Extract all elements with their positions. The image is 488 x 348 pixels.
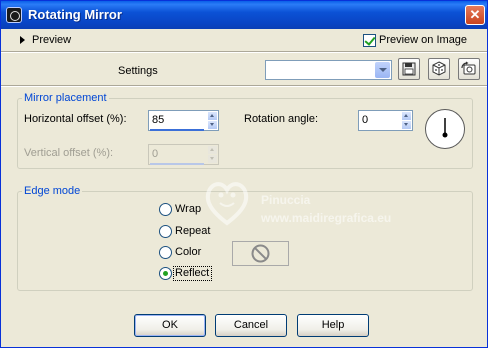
no-color-icon [251, 244, 270, 263]
reset-button[interactable] [458, 58, 480, 80]
spinner-buttons[interactable] [402, 112, 411, 129]
title-bar[interactable]: Rotating Mirror ✕ [1, 1, 487, 29]
rotation-dial[interactable] [425, 109, 465, 149]
radio-reflect[interactable] [159, 267, 172, 280]
randomize-button[interactable] [428, 58, 450, 80]
horizontal-offset-spinner[interactable]: 85 [148, 110, 219, 131]
horizontal-offset-label: Horizontal offset (%): [24, 113, 127, 125]
edge-mode-title: Edge mode [22, 185, 83, 197]
mirror-placement-title: Mirror placement [22, 92, 109, 104]
horizontal-offset-value[interactable]: 85 [152, 114, 164, 126]
vertical-offset-label: Vertical offset (%): [24, 147, 114, 159]
app-icon [6, 7, 22, 23]
rotation-angle-label: Rotation angle: [244, 113, 318, 125]
rotating-mirror-dialog: Rotating Mirror ✕ Preview Preview on Ima… [0, 0, 488, 348]
radio-color-label[interactable]: Color [175, 246, 201, 258]
expand-arrow-icon[interactable] [20, 36, 25, 44]
preview-on-image-checkbox[interactable] [363, 34, 376, 47]
chevron-down-icon[interactable] [375, 62, 390, 78]
spin-down-icon[interactable] [402, 121, 411, 129]
divider [1, 51, 487, 53]
settings-label: Settings [118, 65, 158, 77]
close-icon: ✕ [469, 7, 481, 22]
spinner-buttons [208, 146, 217, 163]
spin-up-icon [208, 146, 217, 154]
ok-button[interactable]: OK [134, 314, 206, 337]
radio-repeat[interactable] [159, 225, 172, 238]
horizontal-offset-slider[interactable] [150, 129, 204, 131]
spinner-buttons[interactable] [208, 112, 217, 129]
preview-toggle[interactable]: Preview [32, 34, 71, 46]
settings-preset-dropdown[interactable] [265, 60, 392, 80]
rotation-angle-value[interactable]: 0 [362, 114, 368, 126]
dial-needle-icon [442, 118, 448, 138]
spin-down-icon[interactable] [208, 121, 217, 129]
radio-wrap[interactable] [159, 203, 172, 216]
close-button[interactable]: ✕ [465, 5, 485, 25]
reset-icon [461, 61, 476, 75]
radio-color[interactable] [159, 246, 172, 259]
randomize-icon [432, 61, 446, 76]
vertical-offset-spinner: 0 [148, 144, 219, 165]
cancel-button[interactable]: Cancel [215, 314, 287, 337]
spin-down-icon [208, 155, 217, 163]
vertical-offset-value: 0 [152, 148, 159, 160]
divider [1, 85, 487, 87]
spin-up-icon[interactable] [208, 112, 217, 120]
save-preset-button[interactable] [398, 58, 420, 80]
rotation-angle-spinner[interactable]: 0 [358, 110, 413, 131]
radio-wrap-label[interactable]: Wrap [175, 203, 201, 215]
preview-on-image-label[interactable]: Preview on Image [379, 34, 467, 46]
save-preset-icon [402, 62, 416, 76]
radio-repeat-label[interactable]: Repeat [175, 225, 210, 237]
help-button[interactable]: Help [297, 314, 369, 337]
focus-ring [173, 266, 212, 281]
edge-color-swatch[interactable] [232, 241, 289, 266]
vertical-offset-slider [150, 163, 204, 165]
window-title: Rotating Mirror [28, 7, 122, 22]
spin-up-icon[interactable] [402, 112, 411, 120]
